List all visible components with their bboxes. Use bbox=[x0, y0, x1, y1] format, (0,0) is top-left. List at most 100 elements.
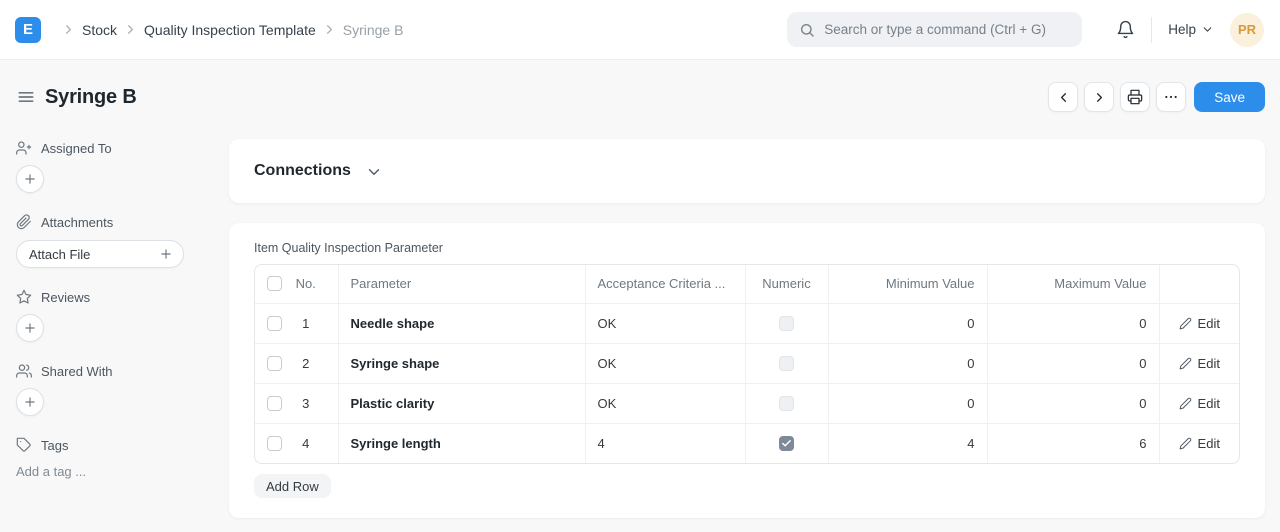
acceptance-criteria-cell[interactable]: OK bbox=[585, 343, 745, 383]
parameters-section: Item Quality Inspection Parameter No. Pa… bbox=[229, 223, 1265, 518]
edit-row-label: Edit bbox=[1198, 436, 1220, 451]
table-row: 4 Syringe length 4 4 6 Edit bbox=[255, 423, 1239, 463]
plus-icon bbox=[23, 172, 37, 186]
acceptance-criteria-cell[interactable]: OK bbox=[585, 383, 745, 423]
column-header-no: No. bbox=[282, 276, 338, 291]
row-number: 2 bbox=[282, 356, 338, 371]
column-header-numeric: Numeric bbox=[745, 265, 828, 303]
edit-row-button[interactable]: Edit bbox=[1179, 396, 1220, 411]
edit-row-button[interactable]: Edit bbox=[1179, 316, 1220, 331]
attach-file-label: Attach File bbox=[29, 247, 90, 262]
navbar-right: Help PR bbox=[1082, 13, 1264, 47]
minimum-value-cell[interactable]: 4 bbox=[828, 423, 987, 463]
grid-label: Item Quality Inspection Parameter bbox=[254, 241, 1240, 255]
row-select-checkbox[interactable] bbox=[267, 396, 282, 411]
navbar: E Stock Quality Inspection Template Syri… bbox=[0, 0, 1280, 60]
column-header-actions bbox=[1159, 265, 1239, 303]
print-button[interactable] bbox=[1120, 82, 1150, 112]
parameters-grid: No. Parameter Acceptance Criteria ... Nu… bbox=[254, 264, 1240, 464]
assigned-to-section: Assigned To bbox=[16, 140, 217, 156]
select-all-checkbox[interactable] bbox=[267, 276, 282, 291]
printer-icon bbox=[1127, 89, 1143, 105]
menu-options-button[interactable] bbox=[1156, 82, 1186, 112]
check-icon bbox=[781, 438, 792, 449]
minimum-value-cell[interactable]: 0 bbox=[828, 343, 987, 383]
parameter-cell[interactable]: Needle shape bbox=[338, 303, 585, 343]
add-tag-input[interactable]: Add a tag ... bbox=[16, 464, 217, 479]
menu-icon bbox=[16, 87, 36, 107]
page-title: Syringe B bbox=[45, 86, 137, 109]
erpnext-logo[interactable]: E bbox=[15, 17, 41, 43]
paperclip-icon bbox=[16, 214, 32, 230]
prev-document-button[interactable] bbox=[1048, 82, 1078, 112]
add-review-button[interactable] bbox=[16, 314, 44, 342]
row-number: 4 bbox=[282, 436, 338, 451]
column-header-parameter: Parameter bbox=[338, 265, 585, 303]
form-sidebar: Assigned To Attachments Attach File Revi… bbox=[16, 126, 229, 518]
notifications-button[interactable] bbox=[1116, 20, 1135, 39]
next-document-button[interactable] bbox=[1084, 82, 1114, 112]
maximum-value-cell[interactable]: 0 bbox=[987, 343, 1159, 383]
add-row-button[interactable]: Add Row bbox=[254, 474, 331, 498]
connections-section-header[interactable]: Connections bbox=[229, 139, 1265, 203]
attach-file-button[interactable]: Attach File bbox=[16, 240, 184, 268]
navbar-divider bbox=[1151, 17, 1152, 43]
table-row: 3 Plastic clarity OK 0 0 Edit bbox=[255, 383, 1239, 423]
avatar[interactable]: PR bbox=[1230, 13, 1264, 47]
sidebar-toggle-button[interactable] bbox=[16, 87, 36, 107]
numeric-checkbox[interactable] bbox=[779, 436, 794, 451]
logo-letter: E bbox=[23, 21, 33, 38]
row-select-checkbox[interactable] bbox=[267, 356, 282, 371]
chevron-left-icon bbox=[1056, 90, 1071, 105]
reviews-section: Reviews bbox=[16, 289, 217, 305]
table-row: 2 Syringe shape OK 0 0 Edit bbox=[255, 343, 1239, 383]
acceptance-criteria-cell[interactable]: OK bbox=[585, 303, 745, 343]
add-assignment-button[interactable] bbox=[16, 165, 44, 193]
row-select-checkbox[interactable] bbox=[267, 316, 282, 331]
column-header-minimum-value: Minimum Value bbox=[828, 265, 987, 303]
connections-title: Connections bbox=[254, 162, 351, 180]
numeric-checkbox[interactable] bbox=[779, 316, 794, 331]
edit-row-button[interactable]: Edit bbox=[1179, 436, 1220, 451]
column-header-acceptance-criteria: Acceptance Criteria ... bbox=[585, 265, 745, 303]
assigned-to-label: Assigned To bbox=[41, 141, 112, 156]
breadcrumb-item-quality-inspection-template[interactable]: Quality Inspection Template bbox=[144, 22, 316, 38]
grid-body: 1 Needle shape OK 0 0 Edit 2 Sy bbox=[255, 303, 1239, 463]
assign-user-icon bbox=[16, 140, 32, 156]
edit-row-button[interactable]: Edit bbox=[1179, 356, 1220, 371]
column-header-maximum-value: Maximum Value bbox=[987, 265, 1159, 303]
shared-with-section: Shared With bbox=[16, 363, 217, 379]
acceptance-criteria-cell[interactable]: 4 bbox=[585, 423, 745, 463]
numeric-checkbox[interactable] bbox=[779, 396, 794, 411]
maximum-value-cell[interactable]: 0 bbox=[987, 303, 1159, 343]
pencil-icon bbox=[1179, 397, 1192, 410]
save-button[interactable]: Save bbox=[1194, 82, 1265, 112]
help-label: Help bbox=[1168, 22, 1196, 37]
parameter-cell[interactable]: Syringe length bbox=[338, 423, 585, 463]
pencil-icon bbox=[1179, 317, 1192, 330]
plus-icon bbox=[23, 321, 37, 335]
plus-icon bbox=[159, 247, 173, 261]
form-main: Connections Item Quality Inspection Para… bbox=[229, 126, 1265, 518]
minimum-value-cell[interactable]: 0 bbox=[828, 303, 987, 343]
maximum-value-cell[interactable]: 6 bbox=[987, 423, 1159, 463]
row-number: 1 bbox=[282, 316, 338, 331]
numeric-checkbox[interactable] bbox=[779, 356, 794, 371]
parameter-cell[interactable]: Plastic clarity bbox=[338, 383, 585, 423]
add-share-button[interactable] bbox=[16, 388, 44, 416]
shared-with-label: Shared With bbox=[41, 364, 113, 379]
maximum-value-cell[interactable]: 0 bbox=[987, 383, 1159, 423]
help-menu[interactable]: Help bbox=[1168, 22, 1214, 37]
global-search[interactable] bbox=[787, 12, 1082, 47]
page-head: Syringe B Save bbox=[0, 60, 1280, 126]
page-body: Assigned To Attachments Attach File Revi… bbox=[0, 126, 1280, 518]
chevron-down-icon[interactable] bbox=[365, 163, 383, 181]
row-select-checkbox[interactable] bbox=[267, 436, 282, 451]
search-input[interactable] bbox=[824, 22, 1064, 37]
edit-row-label: Edit bbox=[1198, 316, 1220, 331]
breadcrumb-item-stock[interactable]: Stock bbox=[82, 22, 117, 38]
minimum-value-cell[interactable]: 0 bbox=[828, 383, 987, 423]
avatar-initials: PR bbox=[1238, 22, 1256, 37]
breadcrumb: Stock Quality Inspection Template Syring… bbox=[55, 22, 403, 38]
parameter-cell[interactable]: Syringe shape bbox=[338, 343, 585, 383]
